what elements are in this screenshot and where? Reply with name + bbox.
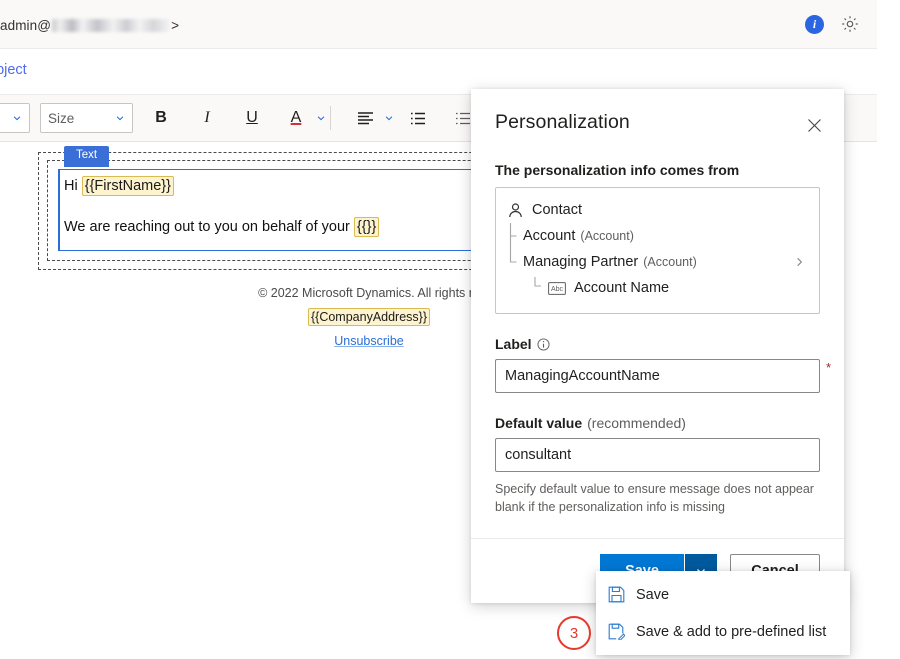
unsubscribe-link[interactable]: Unsubscribe — [334, 334, 403, 348]
bold-button[interactable]: B — [146, 103, 176, 133]
tree-row[interactable]: Contact — [496, 197, 819, 223]
from-address-prefix: admin@ — [0, 18, 51, 33]
abc-text-field-icon: Abc — [548, 282, 566, 295]
underline-button[interactable]: U — [237, 103, 267, 133]
person-icon — [507, 202, 524, 219]
close-icon[interactable] — [801, 112, 827, 138]
tree-label: Account Name — [574, 280, 669, 296]
info-icon[interactable]: i — [805, 15, 824, 34]
tree-entity: (Account) — [643, 255, 697, 269]
italic-icon: I — [204, 109, 209, 127]
label-field-label: Label — [495, 336, 820, 352]
menu-item-save-add-predefined[interactable]: Save & add to pre-defined list — [596, 613, 850, 650]
toolbar-divider — [330, 106, 331, 130]
italic-button[interactable]: I — [192, 103, 222, 133]
align-left-icon — [357, 111, 374, 125]
font-color-dropdown[interactable] — [306, 103, 336, 133]
text-element-badge[interactable]: Text — [64, 146, 109, 167]
default-field-wrap — [495, 438, 820, 472]
font-size-select[interactable]: Size — [40, 103, 133, 133]
font-family-select[interactable] — [0, 103, 30, 133]
topbar-icon-group: i — [805, 14, 860, 34]
tree-branch-end-icon — [532, 275, 546, 301]
firstname-token[interactable]: {{FirstName}} — [82, 176, 174, 196]
underline-icon: U — [246, 109, 258, 127]
label-field-text: Label — [495, 336, 532, 352]
label-input[interactable] — [495, 359, 820, 393]
chevron-down-icon — [384, 113, 394, 123]
tree-branch-icon — [507, 223, 521, 249]
greeting-prefix: Hi — [64, 178, 78, 194]
save-add-icon — [608, 623, 625, 640]
chevron-down-icon — [316, 113, 326, 123]
chevron-down-icon — [12, 113, 22, 123]
subject-label[interactable]: ubject — [0, 62, 27, 78]
line2-prefix: We are reaching out to you on behalf of … — [64, 219, 350, 235]
empty-token[interactable]: {{}} — [354, 217, 379, 237]
save-icon — [608, 586, 625, 603]
chevron-right-icon[interactable] — [794, 257, 805, 268]
save-dropdown-menu: Save Save & add to pre-defined list — [596, 571, 850, 655]
menu-item-label: Save — [636, 587, 669, 603]
tree-label: Managing Partner — [523, 254, 638, 270]
bulleted-list-icon — [410, 112, 426, 125]
gear-icon[interactable] — [840, 14, 860, 34]
menu-item-save[interactable]: Save — [596, 576, 850, 613]
tree-row[interactable]: Managing Partner (Account) — [496, 249, 819, 275]
default-value-label: Default value (recommended) — [495, 415, 820, 431]
redacted-domain — [52, 19, 170, 32]
editor-topbar: admin@ > i — [0, 0, 877, 49]
dialog-title: Personalization — [495, 111, 630, 134]
numbered-list-icon — [455, 112, 471, 125]
required-indicator: * — [826, 360, 831, 375]
close-glyph — [807, 118, 822, 133]
menu-item-label: Save & add to pre-defined list — [636, 624, 826, 640]
font-color-icon: A — [291, 109, 302, 127]
tree-label: Account — [523, 228, 575, 244]
from-address-suffix: > — [171, 18, 179, 33]
from-address: admin@ > — [0, 18, 179, 33]
font-size-value: Size — [48, 111, 74, 126]
chevron-down-icon — [115, 113, 125, 123]
tree-label: Contact — [532, 202, 582, 218]
bulleted-list-button[interactable] — [403, 103, 433, 133]
tree-row[interactable]: Abc Account Name — [496, 275, 819, 301]
default-value-helper: Specify default value to ensure message … — [495, 480, 820, 516]
default-value-suffix: (recommended) — [587, 415, 686, 431]
tree-entity: (Account) — [580, 229, 634, 243]
company-address-token[interactable]: {{CompanyAddress}} — [308, 308, 430, 326]
svg-text:Abc: Abc — [551, 286, 564, 293]
dialog-header: Personalization — [471, 89, 844, 138]
step-annotation-badge: 3 — [557, 616, 591, 650]
tree-row[interactable]: Account (Account) — [496, 223, 819, 249]
default-value-input[interactable] — [495, 438, 820, 472]
tree-branch-end-icon — [507, 249, 521, 275]
personalization-dialog: Personalization The personalization info… — [471, 89, 844, 603]
bold-icon: B — [155, 109, 167, 127]
dialog-body: The personalization info comes from Cont… — [471, 162, 844, 538]
info-circle-icon[interactable] — [537, 338, 550, 351]
default-value-text: Default value — [495, 415, 582, 431]
personalization-source-tree: Contact Account (Account) Managing Partn… — [495, 187, 820, 314]
label-field-wrap: * — [495, 359, 820, 393]
align-dropdown[interactable] — [374, 103, 404, 133]
source-heading: The personalization info comes from — [495, 162, 820, 178]
